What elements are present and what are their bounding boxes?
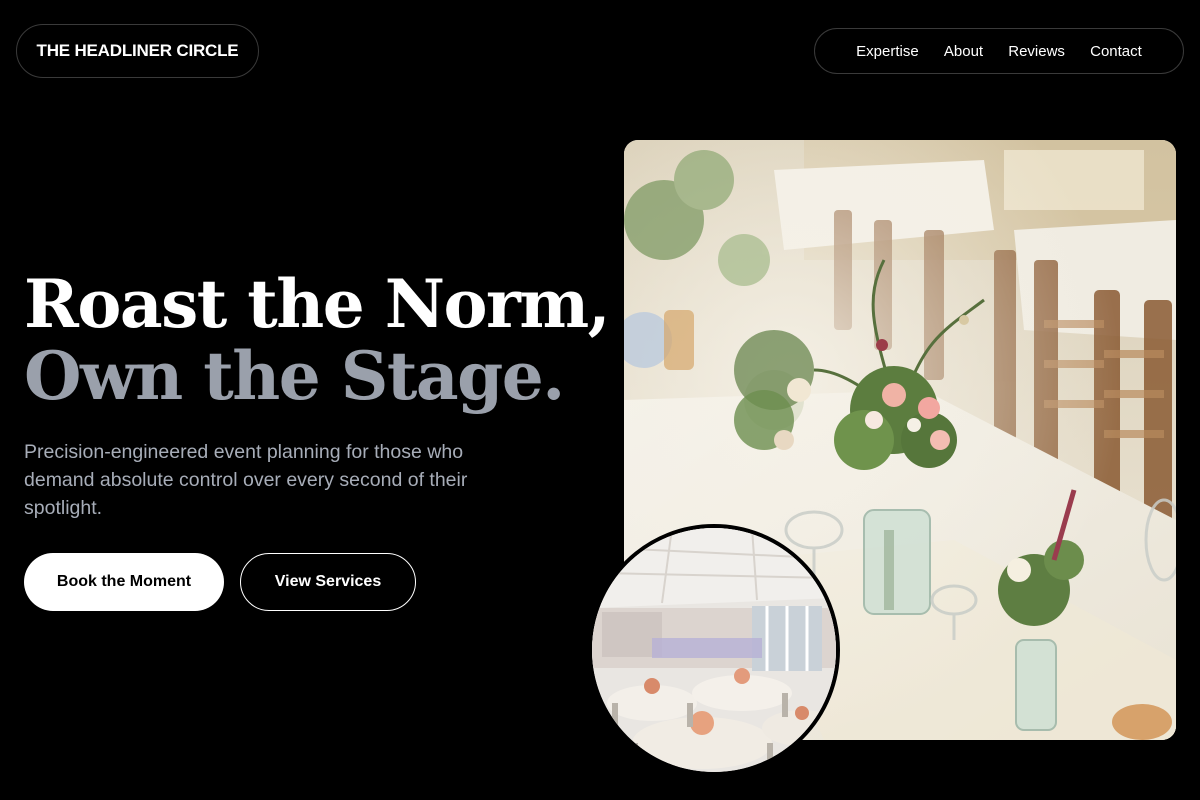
page: THE HEADLINER CIRCLE Expertise About Rev… [0, 0, 1200, 800]
nav-link-about[interactable]: About [944, 43, 983, 60]
view-services-button[interactable]: View Services [240, 553, 416, 611]
brand-logo[interactable]: THE HEADLINER CIRCLE [16, 24, 259, 78]
headline-line-2: Own the Stage. [24, 337, 565, 415]
book-moment-button[interactable]: Book the Moment [24, 553, 224, 611]
nav-link-contact[interactable]: Contact [1090, 43, 1142, 60]
banquet-hall-photo [588, 524, 840, 776]
main-nav: Expertise About Reviews Contact [814, 28, 1184, 74]
hero-headline: Roast the Norm, Own the Stage. [24, 265, 611, 415]
hero-subtext: Precision-engineered event planning for … [24, 441, 468, 519]
nav-link-expertise[interactable]: Expertise [856, 43, 919, 60]
nav-link-reviews[interactable]: Reviews [1008, 43, 1065, 60]
headline-line-1: Roast the Norm, [24, 265, 611, 343]
